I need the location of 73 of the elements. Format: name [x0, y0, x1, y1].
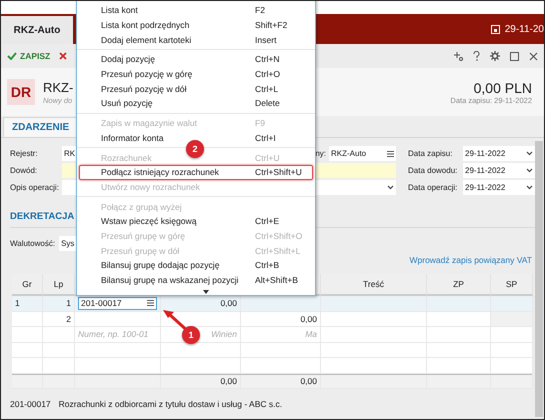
list-icon[interactable] [147, 300, 154, 306]
field-label: Data dowodu: [408, 166, 458, 175]
menu-item[interactable]: Bilansuj grupę dodając pozycję Ctrl+B [79, 258, 313, 273]
amount-text: 0,00 PLN [472, 80, 532, 96]
menu-item[interactable]: Lista kont podrzędnych Shift+F2 [79, 18, 313, 32]
settings-icon[interactable] [490, 51, 500, 61]
table-cell [427, 358, 491, 374]
status-description: Rozrachunki z odbiorcami z tytułu dostaw i usług - ABC s.c. [58, 399, 282, 409]
menu-item[interactable]: Usuń pozycję Delete [79, 96, 313, 111]
menu-item[interactable]: Wstaw pieczęć księgową Ctrl+E [79, 214, 313, 229]
menu-item[interactable]: Przesuń pozycję w górę Ctrl+O [79, 66, 313, 82]
register-select[interactable]: RKZ-Auto [329, 146, 396, 161]
column-header: SP [491, 274, 533, 296]
table-cell: 0,00 [241, 312, 321, 327]
add-icon[interactable] [453, 51, 463, 61]
chevron-down-icon [387, 185, 394, 190]
maximize-icon[interactable] [510, 52, 519, 60]
app-tab[interactable]: RKZ-Auto [1, 16, 73, 44]
field-label: Data operacji: [408, 183, 458, 192]
scrollbar[interactable] [535, 141, 543, 417]
chevron-down-icon [526, 168, 533, 173]
menu-item[interactable]: Lista kont F2 [79, 3, 313, 18]
calendar-icon [490, 24, 500, 34]
column-header: Lp [43, 274, 75, 296]
field-label: ny: [315, 149, 326, 158]
chevron-down-icon [526, 185, 533, 190]
table-cell: 0,00 [161, 296, 241, 312]
total-cell: 0,00 [241, 374, 321, 389]
table-cell: 1 [12, 296, 43, 312]
list-icon[interactable] [387, 150, 394, 156]
menu-item[interactable]: Dodaj element kartoteki Insert [79, 32, 313, 48]
date-field[interactable]: 29-11-2022 [463, 146, 535, 161]
menu-item[interactable]: Podłącz istniejący rozrachunek Ctrl+Shift+U [79, 164, 313, 180]
table-cell [12, 374, 43, 389]
date-field[interactable]: 29-11-2022 [463, 163, 535, 178]
help-icon[interactable] [473, 51, 480, 61]
table-cell: 1 [43, 296, 75, 312]
field-label: Walutowość: [10, 239, 56, 248]
menu-item[interactable]: Dodaj pozycję Ctrl+N [79, 52, 313, 67]
field-label: Dowód: [10, 166, 38, 175]
document-title: RKZ- [43, 80, 74, 94]
table-cell [491, 358, 533, 374]
tab[interactable]: ZDARZENIE [3, 117, 78, 137]
date-field[interactable]: 29-11-2022 [463, 180, 535, 195]
close-icon[interactable] [59, 52, 68, 60]
column-header: Gr [12, 274, 43, 296]
chevron-down-icon [526, 151, 533, 156]
field-label: Data zapisu: [408, 149, 454, 158]
document-type-badge: DR [7, 79, 35, 105]
menu-item[interactable]: Bilansuj grupę na wskazanej pozycji Alt+Shift+B [79, 272, 313, 288]
field-label: Rejestr: [10, 149, 39, 158]
column-header: ZP [427, 274, 491, 296]
placeholder-text: Numer, np. 100-01 [75, 327, 161, 342]
table-cell [43, 358, 75, 374]
status-account: 201-00017 [10, 399, 51, 409]
table-cell: 2 [43, 312, 75, 327]
table-cell [43, 374, 75, 389]
vat-link[interactable]: Wprowadź zapis powiązany VAT [409, 255, 532, 265]
table-cell [427, 296, 491, 312]
placeholder-text: Ma [241, 327, 321, 342]
close-icon[interactable] [529, 52, 538, 60]
table-cell [12, 358, 43, 374]
total-cell: 0,00 [161, 374, 241, 389]
date-text: 29-11-20 [504, 24, 544, 34]
menu-item[interactable]: Przesuń pozycję w dół Ctrl+L [79, 81, 313, 96]
account-input[interactable]: 201-00017 [78, 296, 157, 310]
column-header: Treść [321, 274, 427, 296]
table-cell [491, 374, 533, 389]
table-cell [491, 296, 533, 312]
table-cell [427, 374, 491, 389]
check-icon [7, 52, 17, 60]
save-button[interactable]: ZAPISZ [7, 51, 50, 61]
field-label: Opis operacji: [10, 183, 60, 192]
